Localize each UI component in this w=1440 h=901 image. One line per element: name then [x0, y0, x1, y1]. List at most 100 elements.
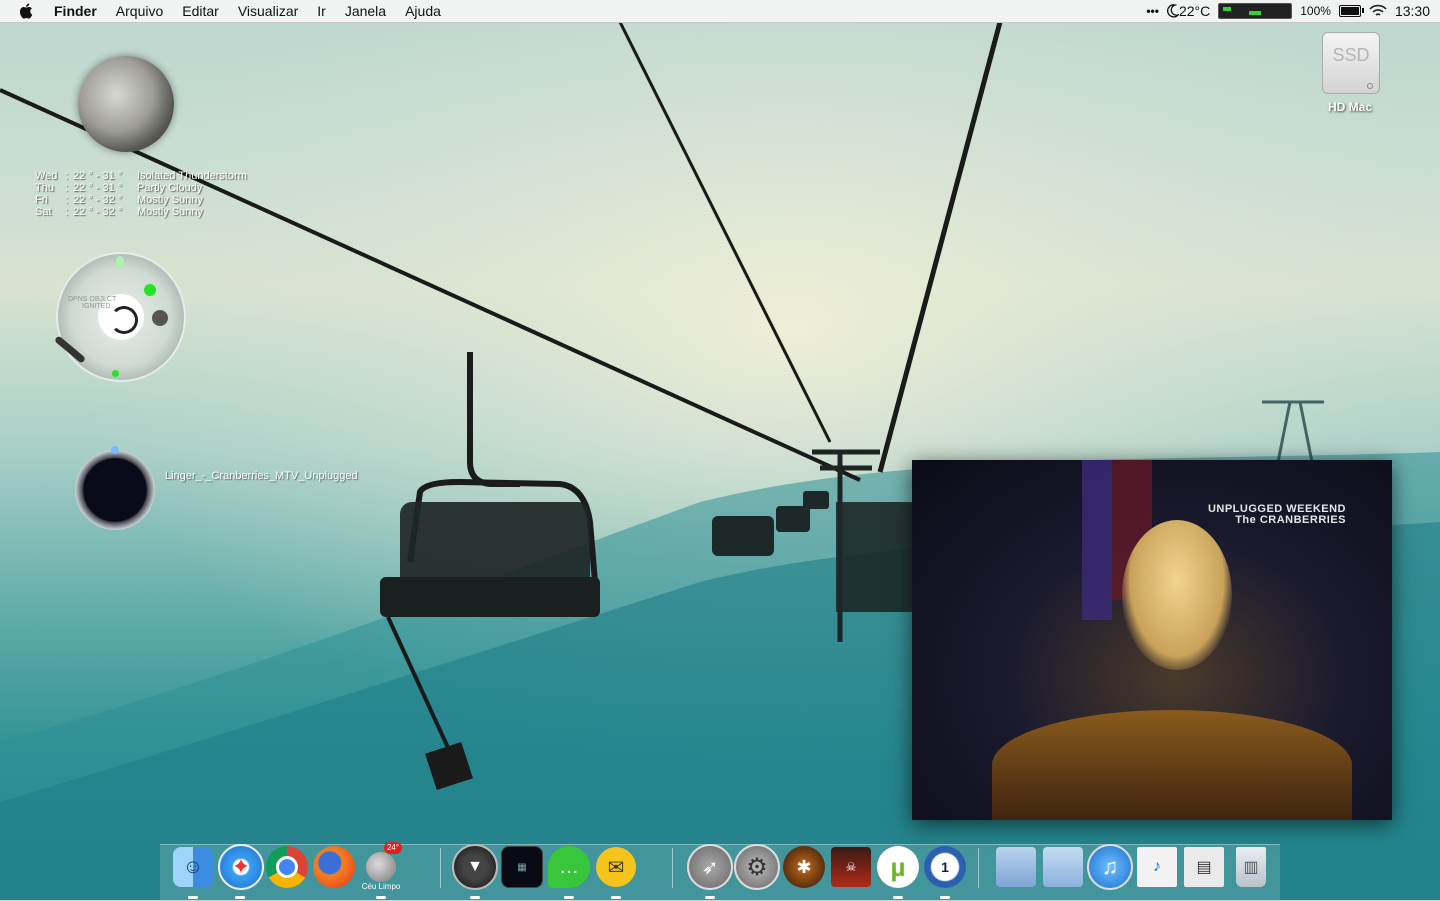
menu-janela[interactable]: Janela	[345, 3, 386, 19]
hd-mac-drive-icon[interactable]: SSD	[1322, 32, 1380, 94]
screen-icon: ▦	[501, 846, 543, 888]
dock: ☺ ✦ 24° Céu Limpo ▼ ▦ … ✉ ➶ ⚙ ✱ ☠ µ 1 ♫ …	[0, 838, 1440, 901]
dock-airmail[interactable]: ✉	[593, 844, 639, 890]
battery-icon[interactable]	[1338, 5, 1364, 17]
running-indicator	[705, 896, 715, 899]
guitar	[992, 710, 1352, 820]
weather-condition: Mostly Sunny	[137, 194, 204, 206]
weather-day: Wed	[35, 170, 58, 182]
menu-bar: Finder Arquivo Editar Visualizar Ir Jane…	[0, 0, 1440, 23]
dock-screen-app[interactable]: ▦	[499, 844, 545, 890]
weather-temps: 22 ° - 31 °	[73, 182, 123, 194]
dock-dead-island[interactable]: ☠	[828, 844, 874, 890]
music-track-title: Linger_-_Cranberries_MTV_Unplugged	[165, 470, 358, 482]
dock-game[interactable]: ✱	[781, 844, 827, 890]
folder-icon	[996, 847, 1036, 887]
status-area: ••• 22°C 100% 13:30	[1146, 0, 1440, 22]
weather-day: Sat	[35, 206, 52, 218]
alfred-icon: ▼	[452, 844, 498, 890]
dock-ceu-limpo[interactable]: 24° Céu Limpo	[358, 842, 404, 891]
weather-temps: 22 ° - 31 °	[73, 170, 123, 182]
weather-status[interactable]: 22°C	[1167, 3, 1210, 19]
gear-icon: ⚙	[734, 844, 780, 890]
wifi-icon[interactable]	[1369, 4, 1387, 18]
video-player-window[interactable]: UNPLUGGED WEEKEND The CRANBERRIES	[912, 460, 1392, 820]
menu-arquivo[interactable]: Arquivo	[116, 3, 163, 19]
running-indicator	[893, 896, 903, 899]
alarm-clock-icon: 1	[924, 846, 966, 888]
dock-caption: Céu Limpo	[361, 882, 401, 891]
dock-folder-documents[interactable]	[993, 844, 1039, 890]
dock-itunes[interactable]: ♫	[1087, 844, 1133, 890]
utorrent-icon: µ	[877, 846, 919, 888]
dock-separator	[978, 848, 979, 888]
weather-condition: Mostly Sunny	[137, 206, 204, 218]
weather-temps: 22 ° - 32 °	[73, 206, 123, 218]
system-monitor-icon[interactable]	[1218, 3, 1293, 19]
dock-alfred[interactable]: ▼	[452, 844, 498, 890]
dial-arrow-icon	[110, 306, 138, 334]
clock-time[interactable]: 13:30	[1395, 3, 1430, 19]
moon-phase-widget	[78, 56, 174, 152]
apple-menu-icon[interactable]	[18, 2, 36, 20]
dock-firefox[interactable]	[311, 844, 357, 890]
system-dial-widget[interactable]: DPNS OBJLCT IGNITED	[53, 252, 186, 382]
dock-trash[interactable]: ▥	[1228, 844, 1274, 890]
weather-condition: Isolated Thunderstorm	[137, 170, 247, 182]
game-emblem-icon: ✱	[783, 846, 825, 888]
dock-music-files[interactable]: ♪	[1134, 844, 1180, 890]
dial-label-line: DPNS OBJLCT	[68, 296, 117, 303]
dock-folder-downloads[interactable]	[1040, 844, 1086, 890]
dock-utorrent[interactable]: µ	[875, 844, 921, 890]
weather-day: Fri	[35, 194, 48, 206]
more-menu-icon[interactable]: •••	[1146, 4, 1159, 18]
music-player-widget[interactable]	[75, 446, 155, 530]
weather-row: Wed: 22 ° - 31 ° Isolated Thunderstorm	[35, 170, 247, 182]
status-dot	[144, 284, 156, 296]
trash-icon: ▥	[1236, 847, 1266, 887]
weather-day: Thu	[35, 182, 54, 194]
running-indicator	[564, 896, 574, 899]
chrome-icon	[266, 846, 308, 888]
status-dot	[116, 256, 124, 268]
folder-icon	[1043, 847, 1083, 887]
stage-light	[1082, 460, 1112, 620]
caption-line: The CRANBERRIES	[1235, 514, 1346, 526]
running-indicator	[470, 896, 480, 899]
dock-apps-stack[interactable]: ▤	[1181, 844, 1227, 890]
menu-ir[interactable]: Ir	[317, 3, 326, 19]
ssd-label: SSD	[1332, 45, 1370, 65]
dock-alarm-clock[interactable]: 1	[922, 844, 968, 890]
running-indicator	[940, 896, 950, 899]
dial-label: DPNS OBJLCT IGNITED	[68, 296, 116, 310]
dock-chrome[interactable]	[264, 844, 310, 890]
performer	[1122, 520, 1232, 670]
finder-icon: ☺	[173, 847, 213, 887]
running-indicator	[376, 896, 386, 899]
firefox-icon	[313, 846, 355, 888]
menu-ajuda[interactable]: Ajuda	[405, 3, 441, 19]
status-dot	[112, 370, 119, 377]
temperature-text: 22°C	[1178, 3, 1211, 19]
menu-editar[interactable]: Editar	[182, 3, 219, 19]
mail-icon: ✉	[596, 847, 636, 887]
rocket-icon: ➶	[687, 844, 733, 890]
dock-system-preferences[interactable]: ⚙	[734, 844, 780, 890]
menu-app-finder[interactable]: Finder	[54, 3, 97, 19]
dock-messages[interactable]: …	[546, 844, 592, 890]
moon-weather-icon	[366, 852, 396, 882]
dock-safari[interactable]: ✦	[218, 844, 264, 890]
dial-knob[interactable]	[152, 310, 168, 326]
hd-mac-label[interactable]: HD Mac	[1310, 100, 1390, 114]
battery-percent: 100%	[1300, 4, 1331, 18]
dock-launchpad[interactable]: ➶	[687, 844, 733, 890]
dock-separator	[672, 848, 673, 888]
safari-icon: ✦	[218, 844, 264, 890]
dock-finder[interactable]: ☺	[170, 844, 216, 890]
dock-separator	[440, 848, 441, 888]
itunes-icon: ♫	[1087, 844, 1133, 890]
weather-row: Fri: 22 ° - 32 ° Mostly Sunny	[35, 194, 204, 206]
running-indicator	[235, 896, 245, 899]
menu-visualizar[interactable]: Visualizar	[238, 3, 298, 19]
weather-row: Sat: 22 ° - 32 ° Mostly Sunny	[35, 206, 204, 218]
